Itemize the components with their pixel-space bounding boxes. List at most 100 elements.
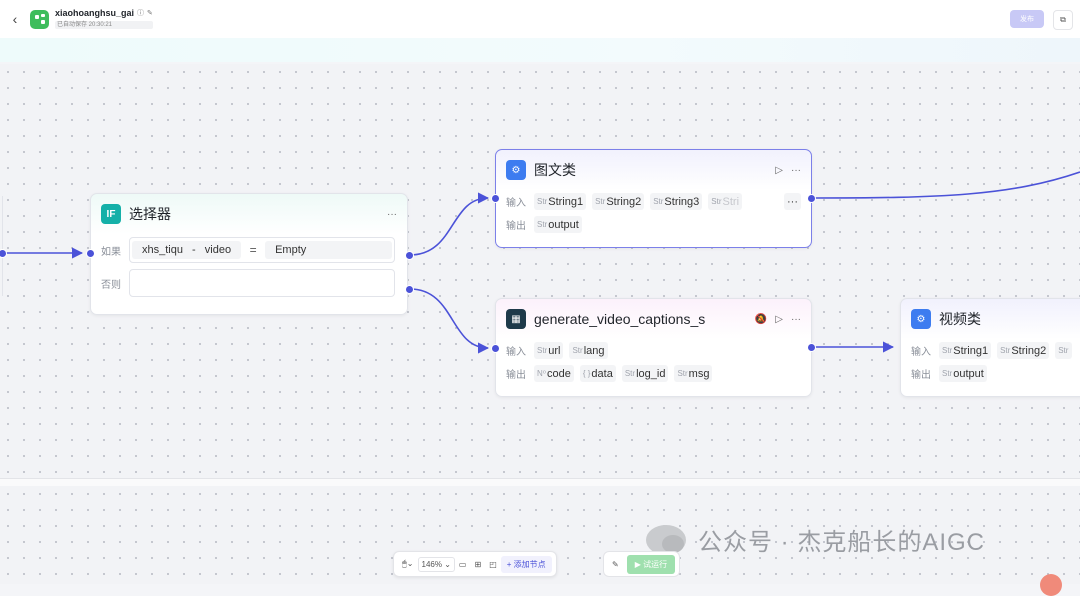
type-tag: Str bbox=[942, 346, 953, 355]
avatar[interactable] bbox=[1040, 574, 1062, 596]
type-tag: Str bbox=[537, 220, 548, 229]
input-chip: Str bbox=[1055, 342, 1073, 359]
back-chevron-icon[interactable]: ‹ bbox=[0, 11, 30, 27]
param-name: msg bbox=[688, 367, 710, 380]
shipin-title: 视频类 bbox=[939, 311, 981, 327]
plugin-icon: ⚙ bbox=[506, 160, 526, 180]
header-band bbox=[0, 38, 1080, 62]
bell-off-icon[interactable]: 🔕 bbox=[755, 314, 767, 325]
type-tag: Str bbox=[595, 197, 606, 206]
param-name: String2 bbox=[1011, 344, 1047, 357]
info-icon[interactable]: ⓘ bbox=[137, 10, 144, 18]
input-chip: Str String2 bbox=[997, 342, 1050, 359]
tuwen-title: 图文类 bbox=[534, 162, 576, 178]
edit-icon[interactable]: ✎ bbox=[147, 10, 153, 18]
param-name: code bbox=[546, 367, 571, 380]
more-icon[interactable]: ··· bbox=[387, 209, 397, 220]
captions-title: generate_video_captions_s bbox=[534, 311, 706, 327]
selector-title: 选择器 bbox=[129, 206, 171, 222]
input-chip: Str String1 bbox=[534, 193, 587, 210]
param-name: Stri bbox=[722, 195, 740, 208]
plugin-icon: ⚙ bbox=[911, 309, 931, 329]
selector-node[interactable]: IF 选择器 ··· 如果 xhs_tiqu - video = Empty 否… bbox=[90, 193, 408, 315]
type-tag: Str bbox=[1058, 346, 1069, 355]
shipin-node[interactable]: ⚙ 视频类 输入 Str String1 Str String2 Str 输出 St… bbox=[900, 298, 1080, 397]
captions-output-port[interactable] bbox=[807, 343, 816, 352]
input-chip: Str Stri bbox=[708, 193, 743, 210]
publish-button[interactable]: 发布 bbox=[1010, 10, 1044, 28]
wechat-icon bbox=[646, 524, 686, 555]
output-chip: Str output bbox=[939, 365, 987, 382]
film-icon: ▦ bbox=[506, 309, 526, 329]
if-label: 如果 bbox=[101, 246, 121, 258]
app-title: xiaohoanghsu_gai bbox=[55, 7, 135, 18]
output-label: 输出 bbox=[506, 370, 526, 381]
type-tag: Str bbox=[653, 197, 664, 206]
more-icon[interactable]: ··· bbox=[791, 314, 801, 325]
run-node-icon[interactable]: ▷ bbox=[775, 314, 783, 325]
param-name: data bbox=[591, 367, 613, 380]
run-toolbar: ✎ ▶ 试运行 bbox=[603, 551, 681, 577]
selector-else-port[interactable] bbox=[405, 285, 414, 294]
copy-icon[interactable]: ⧉ bbox=[1053, 10, 1073, 30]
type-tag: Str bbox=[711, 197, 722, 206]
selector-input-port[interactable] bbox=[86, 249, 95, 258]
run-node-icon[interactable]: ▷ bbox=[775, 165, 783, 176]
param-name: output bbox=[953, 367, 984, 380]
param-name: String1 bbox=[953, 344, 989, 357]
param-name: String3 bbox=[664, 195, 700, 208]
autosave-status: 已自动保存 20:30:21 bbox=[55, 20, 153, 30]
output-chip: Str output bbox=[534, 216, 582, 233]
condition-value[interactable]: Empty bbox=[265, 241, 392, 259]
else-box[interactable] bbox=[129, 269, 395, 297]
else-label: 否则 bbox=[101, 279, 121, 291]
input-chip: Str String2 bbox=[592, 193, 645, 210]
condition-field: video bbox=[204, 244, 232, 256]
type-tag: Str bbox=[1000, 346, 1011, 355]
test-run-button[interactable]: ▶ 试运行 bbox=[626, 554, 676, 574]
type-tag: Str bbox=[624, 369, 636, 378]
output-chip: Str log_id bbox=[621, 365, 669, 382]
type-tag: Str bbox=[942, 369, 953, 378]
condition-sep: - bbox=[192, 244, 196, 256]
param-name: url bbox=[548, 344, 561, 357]
input-chip: Str String1 bbox=[939, 342, 992, 359]
zoom-value: 146% bbox=[421, 559, 442, 569]
type-tag: N⁰ bbox=[537, 369, 546, 378]
watermark: 公众号 · 杰克船长的AIGC bbox=[646, 522, 985, 557]
grid-icon[interactable]: ⊞ bbox=[470, 560, 485, 569]
offscreen-node-edge bbox=[0, 196, 3, 296]
wrench-icon[interactable]: ✎ bbox=[608, 560, 623, 569]
add-node-label: 添加节点 bbox=[513, 559, 546, 569]
param-name: lang bbox=[583, 344, 605, 357]
output-chip: Str msg bbox=[674, 365, 713, 382]
zoom-select[interactable]: 146% ⌄ bbox=[417, 556, 455, 572]
comment-icon[interactable]: ▭ bbox=[455, 560, 471, 569]
more-icon[interactable]: ··· bbox=[791, 165, 801, 176]
condition-box[interactable]: xhs_tiqu - video = Empty bbox=[129, 237, 395, 263]
more-inputs-icon[interactable]: ··· bbox=[784, 193, 801, 210]
mouse-mode-icon[interactable]: 🖱⌄ bbox=[398, 559, 418, 569]
captions-node[interactable]: ▦ generate_video_captions_s 🔕 ▷ ··· 输入 S… bbox=[495, 298, 812, 397]
app-title-block: xiaohoanghsu_gai ⓘ ✎ 已自动保存 20:30:21 bbox=[55, 7, 153, 30]
captions-input-port[interactable] bbox=[491, 344, 500, 353]
tuwen-node[interactable]: ⚙ 图文类 ▷ ··· 输入 Str String1 Str String2 Str… bbox=[495, 149, 812, 248]
add-node-button[interactable]: + 添加节点 bbox=[500, 555, 552, 573]
run-label: 试运行 bbox=[643, 559, 668, 569]
condition-operator[interactable]: = bbox=[241, 243, 265, 257]
type-tag: Str bbox=[537, 346, 548, 355]
type-tag: Str bbox=[572, 346, 583, 355]
tuwen-output-port[interactable] bbox=[807, 194, 816, 203]
input-label: 输入 bbox=[506, 198, 526, 209]
bottom-toolbar: 🖱⌄ 146% ⌄ ▭ ⊞ ◰ + 添加节点 bbox=[393, 551, 557, 577]
condition-variable[interactable]: xhs_tiqu - video bbox=[132, 241, 242, 259]
input-chip: Str url bbox=[534, 342, 564, 359]
watermark-text: 公众号 · 杰克船长的AIGC bbox=[698, 529, 986, 556]
workflow-app-icon bbox=[30, 9, 49, 29]
minimap-icon[interactable]: ◰ bbox=[485, 560, 501, 569]
param-name: String2 bbox=[606, 195, 642, 208]
input-label: 输入 bbox=[506, 347, 526, 358]
type-tag: Str bbox=[537, 197, 548, 206]
selector-if-port[interactable] bbox=[405, 251, 414, 260]
tuwen-input-port[interactable] bbox=[491, 194, 500, 203]
